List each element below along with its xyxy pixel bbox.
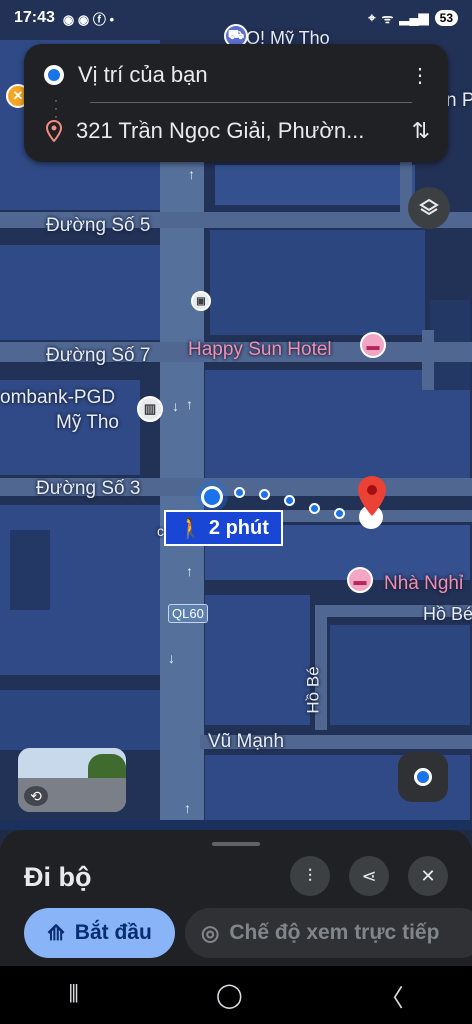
route-dot — [284, 495, 295, 506]
live-view-label: Chế độ xem trực tiếp — [229, 921, 440, 944]
one-way-arrow-icon: ↓ — [168, 650, 175, 666]
map-label-ho-be-vertical[interactable]: Hồ Bé — [304, 666, 324, 713]
current-location-dot-icon[interactable] — [201, 486, 223, 508]
route-dot — [309, 503, 320, 514]
destination-marker-icon — [46, 120, 62, 142]
my-location-button[interactable] — [398, 752, 448, 802]
battery-badge: 53 — [434, 10, 458, 26]
walking-person-icon: 🚶 — [178, 517, 203, 540]
card-divider — [90, 102, 412, 103]
status-bar: 17:43 ◉ ◉ ⓕ • ⌖ ᯤ ▂▄▆ 53 — [0, 0, 472, 36]
route-card: Vị trí của bạn ⋮ · · · 321 Trần Ngọc Giải,… — [24, 44, 448, 162]
travel-mode-title: Đi bộ — [24, 862, 92, 892]
home-icon[interactable]: ◯ — [216, 981, 243, 1010]
map-label-duong-so-5[interactable]: Đường Số 5 — [46, 215, 150, 237]
my-location-icon — [414, 768, 432, 786]
wifi-icon: ᯤ — [381, 11, 394, 26]
walk-time-label: 2 phút — [208, 516, 269, 539]
map-label-happy-sun-hotel[interactable]: Happy Sun Hotel — [188, 339, 332, 361]
close-icon: ✕ — [420, 865, 436, 886]
share-button[interactable]: ⋖ — [349, 856, 389, 896]
navigation-arrow-icon: ⟰ — [47, 921, 65, 945]
rotate-360-icon: ⟲ — [24, 786, 48, 806]
close-button[interactable]: ✕ — [408, 856, 448, 896]
walk-time-badge[interactable]: 🚶 2 phút — [164, 510, 283, 546]
live-view-button[interactable]: ◎ Chế độ xem trực tiếp — [185, 908, 472, 958]
drag-handle[interactable] — [212, 842, 260, 846]
map-label-edge: n Ph — [446, 90, 472, 111]
start-button-label: Bắt đầu — [74, 921, 152, 944]
map-label-duong-so-3[interactable]: Đường Số 3 — [36, 478, 140, 500]
route-dot — [234, 487, 245, 498]
one-way-arrow-icon: ↑ — [186, 563, 193, 579]
location-status-icon: ⌖ — [368, 10, 376, 25]
signal-icon: ▂▄▆ — [399, 10, 429, 25]
map-label-vu-manh[interactable]: Vũ Mạnh — [208, 731, 284, 753]
map-label-ho-be[interactable]: Hồ Bé — [423, 604, 472, 625]
route-shield-ql60: QL60 — [168, 604, 208, 623]
destination-pin-icon[interactable] — [357, 475, 387, 517]
bus-stop-icon[interactable]: ▣ — [191, 291, 211, 311]
bottom-sheet: Đi bộ ⫶ ⋖ ✕ ⟰ Bắt đầu ◎ Chế độ xem trực … — [0, 830, 472, 966]
hotel-icon[interactable]: ▬ — [347, 567, 373, 593]
one-way-arrow-icon: ↑ — [188, 166, 195, 182]
live-view-icon: ◎ — [201, 921, 220, 945]
map-label-edge-c: c — [157, 523, 164, 539]
destination-field[interactable]: 321 Trần Ngọc Giải, Phườn... — [76, 118, 386, 144]
sliders-icon: ⫶ — [307, 865, 313, 886]
recent-apps-icon[interactable]: ⦀ — [68, 981, 79, 1009]
hotel-icon[interactable]: ▬ — [360, 332, 386, 358]
route-dot — [334, 508, 345, 519]
status-time: 17:43 — [14, 9, 55, 26]
one-way-arrow-icon: ↓ — [172, 398, 179, 414]
system-nav-bar: ⦀ ◯ 〈 — [0, 966, 472, 1024]
share-icon: ⋖ — [361, 865, 377, 886]
map-label-nha-nghi[interactable]: Nhà Nghỉ — [384, 573, 463, 595]
map-label-bank-city: Mỹ Tho — [56, 412, 120, 433]
layers-icon — [419, 198, 439, 216]
origin-icon — [44, 65, 64, 85]
street-view-thumbnail[interactable]: ⟲ — [18, 748, 126, 812]
route-dot — [259, 489, 270, 500]
map-label-bank[interactable]: ombank-PGD — [0, 387, 115, 409]
more-options-icon[interactable]: ⋮ — [410, 63, 430, 88]
route-options-button[interactable]: ⫶ — [290, 856, 330, 896]
swap-icon[interactable]: ⇅ — [412, 118, 430, 144]
layers-button[interactable] — [408, 187, 450, 229]
bank-icon[interactable]: ▥ — [137, 396, 163, 422]
back-icon[interactable]: 〈 — [380, 978, 404, 1013]
start-button[interactable]: ⟰ Bắt đầu — [24, 908, 175, 958]
notification-icons: ◉ ◉ ⓕ • — [62, 11, 114, 27]
map-label-duong-so-7[interactable]: Đường Số 7 — [46, 345, 150, 367]
origin-field[interactable]: Vị trí của bạn — [78, 62, 388, 88]
one-way-arrow-icon: ↑ — [184, 800, 191, 816]
one-way-arrow-icon: ↑ — [186, 396, 193, 412]
